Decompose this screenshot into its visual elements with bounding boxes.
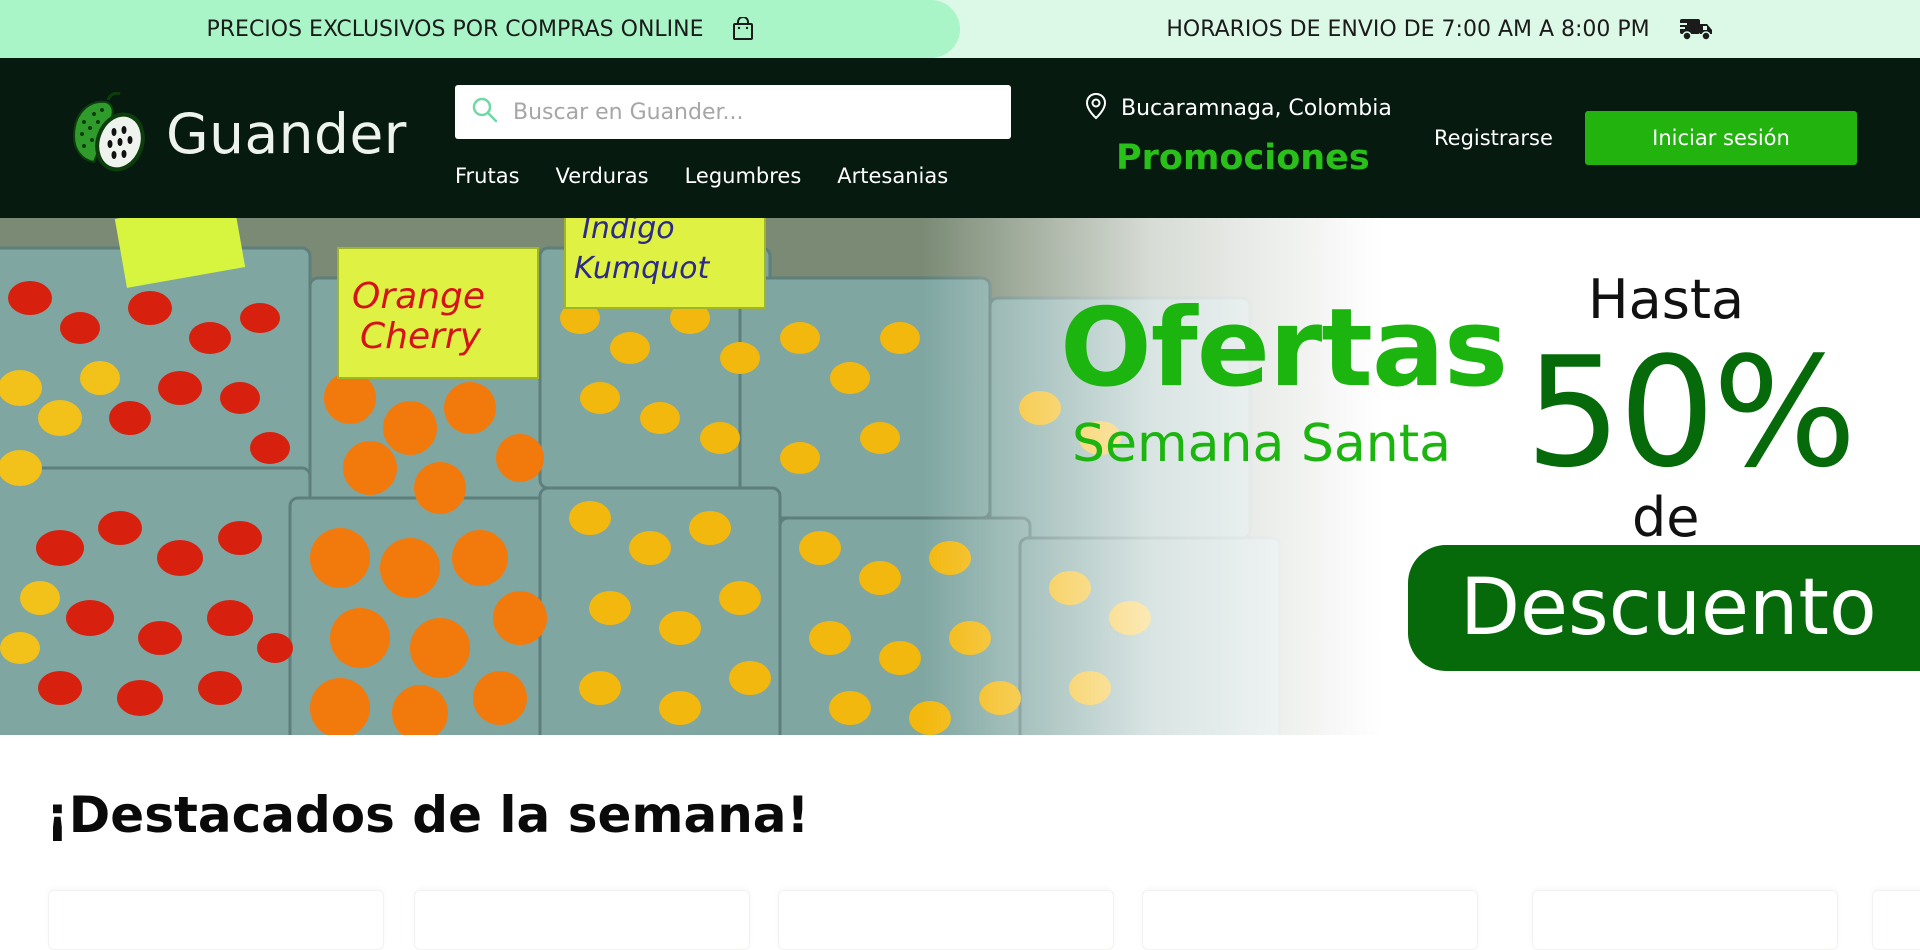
category-nav: Frutas Verduras Legumbres Artesanias	[455, 164, 948, 188]
featured-product-list	[0, 880, 1920, 950]
site-header: Guander Frutas Verduras Legumbres Artesa…	[0, 58, 1920, 218]
product-card[interactable]	[414, 890, 750, 950]
search-icon	[471, 96, 499, 128]
discount-text: Descuento	[1460, 563, 1877, 653]
online-prices-banner: PRECIOS EXCLUSIVOS POR COMPRAS ONLINE	[0, 0, 960, 58]
delivery-truck-icon	[1677, 16, 1714, 42]
hero-percent: 50%	[1525, 324, 1857, 501]
location-text: Bucaramnaga, Colombia	[1121, 95, 1392, 121]
search-input[interactable]	[513, 99, 993, 125]
search-bar[interactable]	[455, 85, 1011, 139]
brand-name[interactable]: Guander	[166, 102, 407, 166]
online-prices-text: PRECIOS EXCLUSIVOS POR COMPRAS ONLINE	[206, 16, 704, 42]
promotions-link[interactable]: Promociones	[1116, 138, 1370, 178]
nav-item-verduras[interactable]: Verduras	[556, 164, 649, 188]
location-selector[interactable]: Bucaramnaga, Colombia	[1085, 92, 1392, 124]
product-card[interactable]	[48, 890, 384, 950]
product-card[interactable]	[1872, 890, 1920, 950]
delivery-hours-banner: HORARIOS DE ENVIO DE 7:00 AM A 8:00 PM	[960, 0, 1920, 58]
nav-item-legumbres[interactable]: Legumbres	[685, 164, 802, 188]
nav-item-artesanias[interactable]: Artesanias	[837, 164, 948, 188]
location-pin-icon	[1085, 92, 1107, 124]
discount-badge: Descuento	[1408, 545, 1920, 671]
login-button[interactable]: Iniciar sesión	[1585, 111, 1857, 165]
register-link[interactable]: Registrarse	[1434, 126, 1553, 150]
shopping-bag-icon	[732, 17, 754, 41]
delivery-hours-text: HORARIOS DE ENVIO DE 7:00 AM A 8:00 PM	[1166, 16, 1650, 42]
announcement-bar: PRECIOS EXCLUSIVOS POR COMPRAS ONLINE HO…	[0, 0, 1920, 58]
featured-heading: ¡Destacados de la semana!	[46, 786, 810, 844]
product-card[interactable]	[778, 890, 1114, 950]
hero-subtitle: Semana Santa	[1072, 414, 1451, 474]
soursop-logo-icon[interactable]	[64, 91, 148, 176]
hero-hasta: Hasta	[1588, 268, 1745, 331]
product-card[interactable]	[1142, 890, 1478, 950]
nav-item-frutas[interactable]: Frutas	[455, 164, 520, 188]
hero-banner[interactable]: Orange Cherry Indigo Kumquot Ofertas Sem…	[0, 218, 1920, 735]
hero-de: de	[1632, 486, 1700, 549]
hero-title: Ofertas	[1060, 286, 1508, 411]
product-card[interactable]	[1532, 890, 1838, 950]
